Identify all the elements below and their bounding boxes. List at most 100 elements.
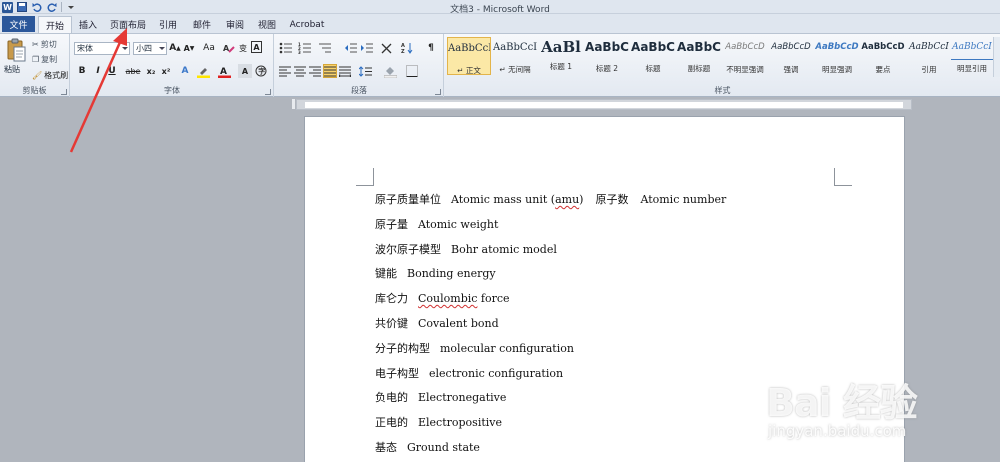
numbering-icon[interactable]: 123 [297,41,311,55]
justify-icon[interactable] [323,64,337,78]
enclose-char-icon[interactable]: 字 [254,64,268,78]
line-spacing-icon[interactable] [358,64,372,78]
crop-mark-top-right [834,168,852,186]
document-line[interactable]: 共价键 Covalent bond [375,315,895,340]
ruler-text-area [305,102,903,108]
decrease-indent-icon[interactable] [343,41,357,55]
document-line[interactable]: 分子的构型 molecular configuration [375,340,895,365]
phonetic-guide-icon[interactable]: 变 [236,41,250,55]
tab-page-layout[interactable]: 页面布局 [106,16,150,33]
style-subtle-emphasis[interactable]: AaBbCcD 不明显强调 [723,37,767,75]
paste-icon[interactable] [6,38,26,62]
font-group: 宋体 小四 A ▲ A ▼ Aa A 变 A B I U abe x₂ x² A A… [71,34,274,97]
styles-group: AaBbCcI ↵ 正文 AaBbCcI ↵ 无间隔 AaBl 标题 1 AaB… [445,34,1000,97]
style-title[interactable]: AaBbC 标题 [631,37,675,75]
tab-file[interactable]: 文件 [2,16,35,32]
align-right-icon[interactable] [308,64,322,78]
style-subtitle[interactable]: AaBbC 副标题 [677,37,721,75]
clipboard-group-label: 剪贴板 [22,86,47,95]
style-heading-1[interactable]: AaBl 标题 1 [539,37,583,75]
tab-acrobat[interactable]: Acrobat [287,16,327,33]
style-quote[interactable]: AaBbCcI 引用 [907,37,951,75]
tab-insert[interactable]: 插入 [74,16,102,33]
spellcheck-flagged-term: amu [555,193,580,206]
paste-button[interactable]: 粘贴 [4,64,20,75]
superscript-button[interactable]: x² [159,64,173,78]
paragraph-group-label: 段落 [351,86,367,95]
italic-button[interactable]: I [91,64,105,78]
document-line[interactable]: 库仑力 Coulombic force [375,290,895,315]
style-intense-emphasis[interactable]: AaBbCcD 明显强调 [815,37,859,75]
paragraph-group: 123 AZ ¶ 段落 [275,34,444,97]
borders-icon[interactable] [405,64,419,78]
clear-format-icon[interactable]: A [222,41,236,55]
copy-button[interactable]: ❐ 复制 [32,54,57,65]
font-size-select[interactable]: 小四 [133,42,167,55]
crop-mark-top-left [356,168,374,186]
document-line[interactable]: 原子质量单位 Atomic mass unit (amu) 原子数 Atomic nu… [375,191,895,216]
cut-button[interactable]: ✂ 剪切 [32,39,57,50]
char-border-icon[interactable]: A [251,41,262,53]
document-line[interactable]: 原子量 Atomic weight [375,216,895,241]
tab-review[interactable]: 审阅 [221,16,249,33]
text-effects-icon[interactable]: A [178,64,192,78]
spellcheck-flagged-word: Coulombic [418,292,478,306]
term-atomic-mass-unit: Atomic mass unit (amu) [451,193,584,206]
underline-button[interactable]: U [105,64,119,78]
brush-icon: 🖌 [32,71,43,80]
style-strong[interactable]: AaBbCcD 要点 [861,37,905,75]
svg-text:Z: Z [401,49,405,54]
bullets-icon[interactable] [278,41,292,55]
paragraph-launcher-icon[interactable] [435,89,441,95]
styles-group-label: 样式 [714,86,731,95]
highlight-icon[interactable] [196,64,210,78]
multilevel-list-icon[interactable] [317,41,331,55]
format-painter-button[interactable]: 🖌 格式刷 [32,70,68,81]
styles-gallery-scrollbar[interactable] [993,37,1000,77]
shading-icon[interactable] [383,64,397,78]
tab-view[interactable]: 视图 [253,16,281,33]
align-left-icon[interactable] [278,64,292,78]
font-group-label: 字体 [164,86,180,95]
increase-indent-icon[interactable] [359,41,373,55]
style-emphasis[interactable]: AaBbCcD 强调 [769,37,813,75]
document-line[interactable]: 波尔原子模型 Bohr atomic model [375,241,895,266]
show-marks-icon[interactable]: ¶ [424,41,438,55]
bold-button[interactable]: B [75,64,89,78]
chevron-down-icon [159,47,165,50]
copy-icon: ❐ [32,55,40,64]
title-bar: W 文档3 - Microsoft Word [0,0,1000,15]
tab-home[interactable]: 开始 [38,16,72,34]
distributed-icon[interactable] [338,64,352,78]
font-family-select[interactable]: 宋体 [74,42,130,55]
style-normal[interactable]: AaBbCcI ↵ 正文 [447,37,491,75]
ribbon: 粘贴 ✂ 剪切 ❐ 复制 🖌 格式刷 剪贴板 宋体 小四 A ▲ A ▼ Aa A 变 A… [0,33,1000,97]
shrink-font-button[interactable]: A ▼ [182,41,196,55]
ribbon-tab-row: 文件 开始 插入 页面布局 引用 邮件 审阅 视图 Acrobat [0,14,1000,34]
tab-mailings[interactable]: 邮件 [188,16,216,33]
strikethrough-button[interactable]: abe [126,64,141,78]
watermark-logo: Bai 经验 [766,381,918,425]
style-no-spacing[interactable]: AaBbCcI ↵ 无间隔 [493,37,537,75]
align-center-icon[interactable] [293,64,307,78]
tab-references[interactable]: 引用 [154,16,182,33]
watermark-url: jingyan.baidu.com [768,422,907,440]
font-launcher-icon[interactable] [265,89,271,95]
scissors-icon: ✂ [32,40,39,49]
style-heading-2[interactable]: AaBbC 标题 2 [585,37,629,75]
style-intense-quote[interactable]: AaBbCcI 明显引用 [951,37,993,75]
ruler-corner [292,99,295,109]
change-case-button[interactable]: Aa [200,41,218,55]
chinese-layout-icon[interactable] [379,41,393,55]
chevron-down-icon [122,47,128,50]
clipboard-launcher-icon[interactable] [61,89,67,95]
horizontal-ruler[interactable] [296,99,912,110]
font-color-icon[interactable]: A [217,64,231,78]
document-line[interactable]: 键能 Bonding energy [375,265,895,290]
sort-icon[interactable]: AZ [400,41,414,55]
char-shading-icon[interactable]: A [238,64,252,78]
svg-text:字: 字 [258,67,265,76]
subscript-button[interactable]: x₂ [144,64,158,78]
svg-text:3: 3 [298,50,301,54]
grow-font-button[interactable]: A ▲ [168,41,182,55]
